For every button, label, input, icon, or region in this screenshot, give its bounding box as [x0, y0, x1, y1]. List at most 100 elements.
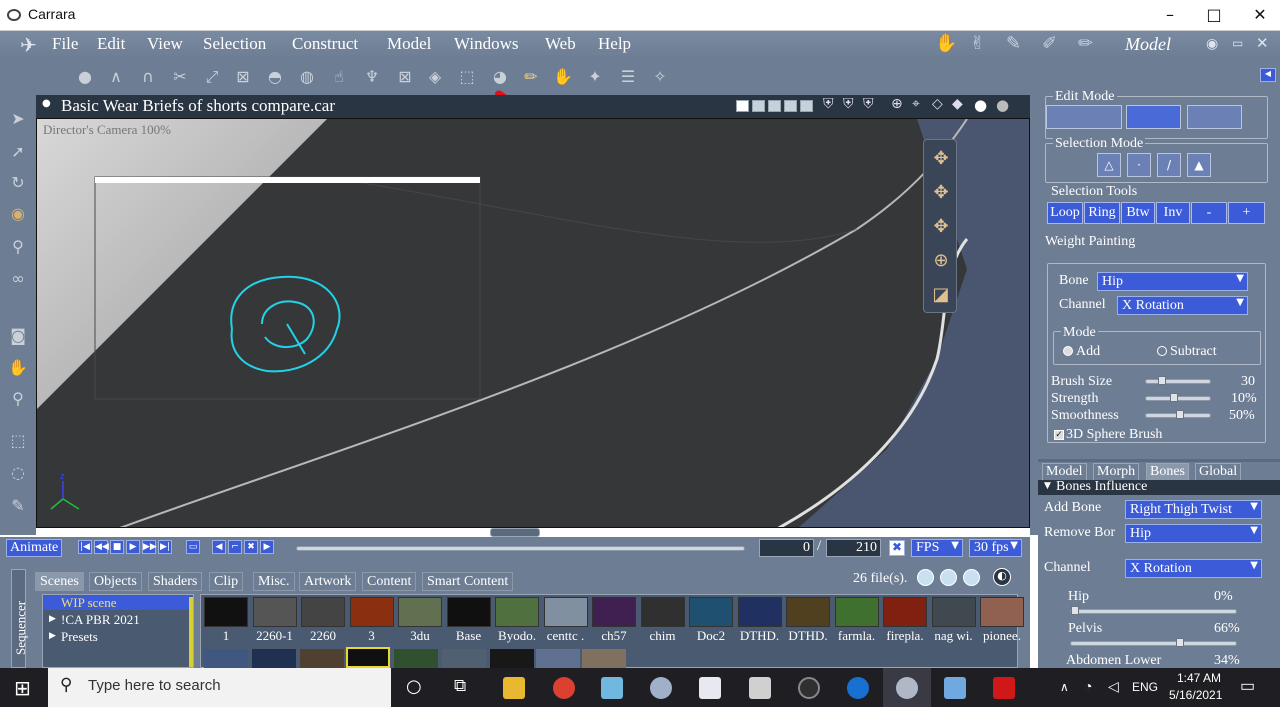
rewind-icon[interactable]: ◀◀ [94, 540, 109, 554]
rotate-icon[interactable]: ↻ [7, 172, 29, 194]
tree-item-pbr[interactable]: !CA PBR 2021 [61, 612, 140, 628]
panel-divider[interactable] [1030, 95, 1038, 535]
thumb-image[interactable] [931, 597, 976, 627]
thumb-image[interactable] [442, 649, 486, 668]
close-button[interactable]: ✕ [1248, 4, 1272, 26]
sphere-brush-checkbox[interactable]: ✓ [1054, 430, 1064, 440]
viewport-menu-icon[interactable]: ● [42, 98, 51, 109]
next-key-icon[interactable]: ▶ [260, 540, 274, 554]
four-view-icon[interactable] [784, 100, 797, 112]
menu-web[interactable]: Web [545, 34, 576, 54]
influence-slider[interactable] [1070, 638, 1237, 647]
panel-splitter[interactable] [1038, 459, 1280, 462]
remove-bone-select[interactable]: Hip ▼ [1125, 524, 1262, 543]
spline-tool-icon[interactable]: ∧ [105, 66, 127, 88]
lathe-tool-icon[interactable]: ◍ [296, 66, 318, 88]
thumb-image[interactable] [582, 649, 626, 668]
edit-bones-mode-button[interactable] [1126, 105, 1181, 129]
tree-item-presets[interactable]: Presets [61, 629, 98, 645]
window-restore-icon[interactable]: ▭ [1232, 36, 1243, 50]
influence-channel-select[interactable]: X Rotation ▼ [1125, 559, 1262, 578]
shaded-cube-icon[interactable]: ◆ [952, 96, 963, 112]
orbit-camera-icon[interactable]: ⊕ [930, 250, 952, 272]
network-icon[interactable]: ◔ [1084, 678, 1092, 694]
app-icon[interactable] [944, 677, 966, 699]
menu-edit[interactable]: Edit [97, 34, 125, 54]
volume-icon[interactable]: ◁ [1108, 678, 1119, 695]
menu-selection[interactable]: Selection [203, 34, 266, 54]
tab-misc[interactable]: Misc. [253, 572, 295, 591]
thumb-image[interactable] [394, 649, 438, 668]
tree-scrollbar[interactable] [189, 597, 193, 667]
fps-mode-select[interactable]: FPS ▼ [911, 539, 963, 557]
push-tool-icon[interactable]: ☝ [328, 66, 350, 88]
influence-slider[interactable] [1070, 606, 1237, 615]
grow-selection-button[interactable]: + [1228, 202, 1265, 224]
brush-size-thumb[interactable] [1158, 376, 1166, 385]
thumb-image[interactable] [252, 597, 297, 627]
medium-thumbnail-icon[interactable] [940, 569, 957, 586]
bone-select[interactable]: Hip ▼ [1097, 272, 1248, 291]
calculator-icon[interactable] [749, 677, 771, 699]
select-dot-icon[interactable]: · [1127, 153, 1151, 177]
track-icon[interactable]: ✥ [930, 182, 952, 204]
edit-vertex-mode-button[interactable] [1046, 105, 1122, 129]
chrome-icon[interactable] [553, 677, 575, 699]
tab-global[interactable]: Global [1195, 463, 1242, 481]
zoom-icon[interactable]: ⚲ [7, 388, 29, 410]
delete-key-icon[interactable]: ✖ [244, 540, 258, 554]
3d-viewport[interactable]: z Director's Camera 100% ✥ ✥ ✥ ⊕ ◪ [36, 118, 1030, 528]
orbit-icon[interactable]: ◉ [7, 203, 29, 225]
thumb-image[interactable] [252, 649, 296, 668]
smoothness-slider[interactable] [1145, 410, 1211, 419]
shield-view3-icon[interactable]: ⛨ [863, 96, 874, 112]
select-point-icon[interactable]: △ [1097, 153, 1121, 177]
app-icon[interactable] [699, 677, 721, 699]
tab-content[interactable]: Content [362, 572, 417, 591]
menu-windows[interactable]: Windows [454, 34, 518, 54]
prev-key-icon[interactable]: ◀ [212, 540, 226, 554]
thumb-image[interactable] [204, 597, 248, 627]
custom-view-icon[interactable] [800, 100, 813, 112]
btw-button[interactable]: Btw [1121, 202, 1155, 224]
pan-icon[interactable]: ✥ [930, 216, 952, 238]
expand-arrow-icon[interactable]: ▶ [49, 631, 56, 641]
tree-item-wip[interactable]: WIP scene [61, 595, 116, 611]
shield-view-icon[interactable]: ⛨ [823, 96, 834, 112]
task-view-icon[interactable]: ⧉ [454, 676, 466, 696]
thumb-image[interactable] [446, 597, 491, 627]
loop-button[interactable]: Loop [1047, 202, 1083, 224]
pan-hand-icon[interactable]: ✋ [7, 357, 29, 379]
clock-date[interactable]: 5/16/2021 [1169, 688, 1222, 702]
camera-move-icon[interactable]: ⊕ [891, 96, 903, 112]
assemble-room-icon[interactable]: ✋ [935, 33, 959, 54]
fps-value-select[interactable]: 30 fps ▼ [969, 539, 1022, 557]
add-bone-select[interactable]: Right Thigh Twist ▼ [1125, 500, 1262, 519]
thumb-image[interactable] [689, 597, 733, 627]
app-icon[interactable] [601, 677, 623, 699]
notification-icon[interactable]: ▭ [1240, 676, 1255, 696]
three-view-icon[interactable] [768, 100, 781, 112]
viewport-splitter[interactable] [490, 528, 540, 537]
tab-smart-content[interactable]: Smart Content [422, 572, 514, 591]
thumb-image[interactable] [883, 597, 927, 627]
app-icon[interactable] [650, 677, 672, 699]
sphere-tool-icon[interactable]: ● [74, 66, 96, 88]
texture-room-icon[interactable]: ✐ [1042, 33, 1066, 54]
bones-influence-header[interactable]: ▼ Bones Influence [1038, 479, 1280, 495]
brush-size-slider[interactable] [1145, 376, 1211, 385]
total-frames-field[interactable]: 210 [826, 539, 881, 557]
expand-arrow-icon[interactable]: ▶ [49, 614, 56, 624]
cortana-icon[interactable]: ○ [406, 676, 422, 697]
thumb-image[interactable] [737, 597, 782, 627]
taskbar-search[interactable]: ⚲ Type here to search [48, 668, 391, 707]
single-view-icon[interactable] [736, 100, 749, 112]
preview-sphere-icon[interactable]: ● [996, 96, 1009, 114]
select-edge-icon[interactable]: / [1157, 153, 1181, 177]
clock-time[interactable]: 1:47 AM [1177, 671, 1221, 685]
thumb-image[interactable] [786, 597, 830, 627]
box-tool-icon[interactable]: ⊠ [394, 66, 416, 88]
align-tool-icon[interactable]: ☰ [617, 66, 639, 88]
tab-clip[interactable]: Clip [209, 572, 244, 591]
two-view-icon[interactable] [752, 100, 765, 112]
